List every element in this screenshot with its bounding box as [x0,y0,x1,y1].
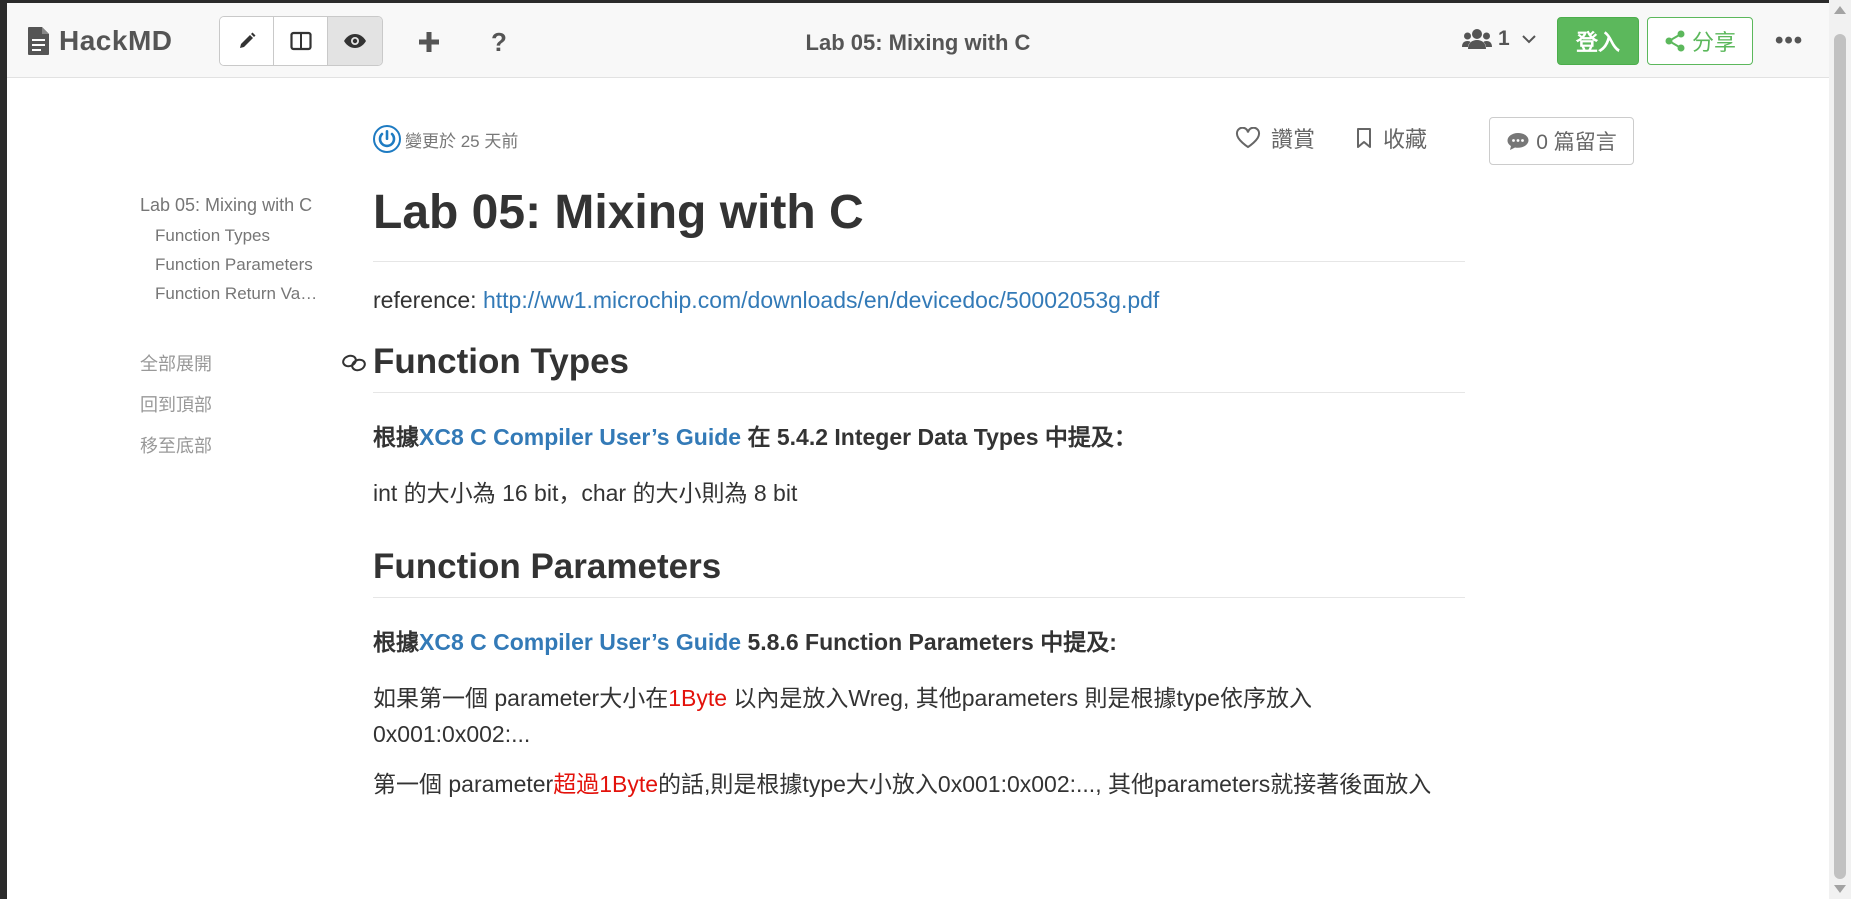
expand-all-link[interactable]: 全部展開 [140,350,212,376]
scroll-thumb[interactable] [1834,34,1846,879]
bookmark-button[interactable]: 收藏 [1355,122,1427,154]
file-icon [28,27,49,55]
intro-suffix: 在 5.4.2 Integer Data Types 中提及： [741,424,1137,450]
function-types-body: int 的大小為 16 bit，char 的大小則為 8 bit [373,480,798,506]
comment-icon [1507,133,1529,150]
like-label: 讚賞 [1271,127,1316,152]
share-icon [1665,30,1685,52]
plus-icon [419,32,439,52]
highlight-text: 1Byte [668,685,728,711]
reference-link[interactable]: http://ww1.microchip.com/downloads/en/de… [483,287,1159,313]
document-content: Lab 05: Mixing with C reference: http://… [342,185,1465,802]
eye-icon [344,34,366,48]
edit-mode-button[interactable] [220,17,274,65]
more-options-button[interactable]: ••• [1775,27,1803,55]
heading-text: Function Parameters [373,547,722,586]
highlight-text: 超過1Byte [553,771,659,797]
function-parameters-intro: 根據XC8 C Compiler User’s Guide 5.8.6 Func… [373,624,1465,660]
heading-text: Function Types [373,342,630,381]
intro-prefix: 根據 [373,629,419,655]
function-parameters-body-1: 如果第一個 parameter大小在1Byte 以內是放入Wreg, 其他par… [373,680,1465,752]
heading-function-types: Function Types [342,342,1465,393]
scroll-down-arrow-icon[interactable] [1834,885,1846,893]
xc8-guide-link[interactable]: XC8 C Compiler User’s Guide [419,629,741,655]
text-segment: 的話,則是根據type大小放入0x001:0x002:..., 其他parame… [658,771,1432,797]
back-to-top-link[interactable]: 回到頂部 [140,391,212,417]
chevron-down-icon [1521,35,1536,44]
link-anchor-icon[interactable] [341,352,367,374]
toc-item-function-types[interactable]: Function Types [140,226,325,246]
document-title: Lab 05: Mixing with C [373,185,1465,262]
comments-button[interactable]: 0 篇留言 [1489,117,1634,165]
scroll-up-arrow-icon[interactable] [1834,6,1846,14]
online-count: 1 [1498,27,1510,50]
bookmark-icon [1357,128,1372,148]
question-icon: ? [491,26,507,57]
heading-function-parameters: Function Parameters [373,547,1465,598]
xc8-guide-link[interactable]: XC8 C Compiler User’s Guide [419,424,741,450]
bookmark-label: 收藏 [1383,127,1428,152]
reference-paragraph: reference: http://ww1.microchip.com/down… [373,282,1465,318]
last-changed-info: 變更於 25 天前 [373,125,518,153]
like-button[interactable]: 讚賞 [1235,122,1315,154]
heart-icon [1235,127,1261,149]
navbar: HackMD ? Lab 05: Mixing with C 1 登入 分享 •… [7,3,1829,78]
brand-name: HackMD [59,25,173,56]
share-label: 分享 [1691,30,1736,55]
reference-prefix: reference: [373,287,483,313]
toc-actions: 全部展開 回到頂部 移至底部 [140,350,212,473]
user-avatar-icon[interactable] [373,125,401,153]
share-button[interactable]: 分享 [1647,17,1753,65]
note-actions: 讚賞 收藏 [1235,122,1467,154]
users-icon [1462,29,1492,49]
pencil-icon [239,32,255,48]
vertical-scrollbar[interactable] [1829,0,1851,899]
comment-count: 0 篇留言 [1536,131,1617,154]
intro-prefix: 根據 [373,424,419,450]
table-of-contents: Lab 05: Mixing with C Function Types Fun… [140,195,325,313]
split-mode-button[interactable] [274,17,328,65]
function-parameters-body-2: 第一個 parameter超過1Byte的話,則是根據type大小放入0x001… [373,766,1465,802]
columns-icon [289,31,312,51]
text-segment: 如果第一個 parameter大小在 [373,685,669,711]
view-mode-button[interactable] [328,17,382,65]
go-to-bottom-link[interactable]: 移至底部 [140,432,212,458]
brand[interactable]: HackMD [27,25,172,57]
login-button[interactable]: 登入 [1557,17,1639,65]
function-types-intro: 根據XC8 C Compiler User’s Guide 在 5.4.2 In… [373,419,1465,455]
text-segment: 第一個 parameter [373,771,554,797]
view-mode-group [219,16,383,66]
window-frame-left [0,0,7,899]
toc-item-title[interactable]: Lab 05: Mixing with C [140,195,325,216]
last-changed-text: 變更於 25 天前 [405,131,519,151]
toc-item-function-return-values[interactable]: Function Return Va… [140,284,325,304]
help-button[interactable]: ? [479,23,519,61]
intro-suffix: 5.8.6 Function Parameters 中提及: [741,629,1117,655]
toc-item-function-parameters[interactable]: Function Parameters [140,255,325,275]
online-users-dropdown[interactable]: 1 [1462,27,1536,51]
new-note-button[interactable] [409,23,449,61]
